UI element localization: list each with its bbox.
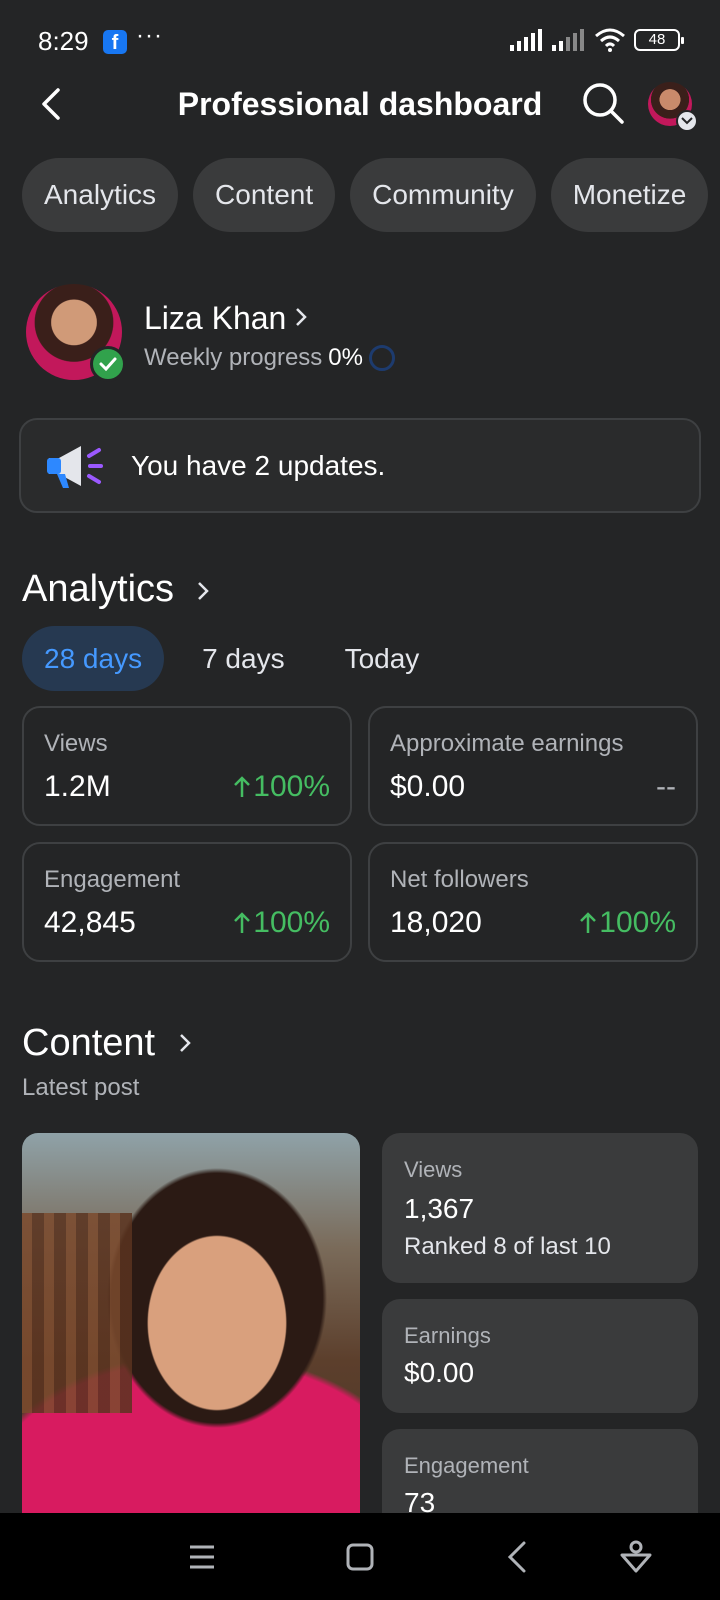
assistant-icon[interactable] <box>616 1537 656 1577</box>
date-range-tabs: 28 days 7 days Today <box>22 626 457 691</box>
metric-value: 18,020 <box>390 906 482 939</box>
more-notifications-icon: ··· <box>136 22 163 49</box>
metric-value: 1.2M <box>44 770 111 803</box>
metric-change: 100% <box>579 906 676 940</box>
signal-icon <box>510 29 542 51</box>
content-title[interactable]: Content <box>22 1022 155 1065</box>
post-engagement-value: 73 <box>404 1487 436 1513</box>
post-views-card[interactable]: Views 1,367 Ranked 8 of last 10 <box>382 1133 698 1283</box>
chip-content[interactable]: Content <box>193 158 336 232</box>
status-bar: 8:29 f ··· 48 <box>0 0 720 80</box>
signal-icon-2 <box>552 29 584 51</box>
chip-monetize[interactable]: Monetize <box>550 158 709 232</box>
weekly-progress-value: 0% <box>328 344 363 371</box>
arrow-up-icon <box>234 912 251 933</box>
chevron-right-icon <box>180 1034 191 1052</box>
weekly-progress-label: Weekly progress <box>144 344 323 371</box>
chip-community[interactable]: Community <box>350 158 536 232</box>
account-avatar[interactable] <box>648 82 698 132</box>
metric-label: Views <box>44 730 108 757</box>
system-nav-bar <box>0 1513 720 1600</box>
metric-change: 100% <box>233 906 330 940</box>
chevron-right-icon <box>296 308 307 326</box>
tab-today[interactable]: Today <box>323 626 442 691</box>
menu-icon[interactable] <box>182 1537 222 1577</box>
post-earnings-value: $0.00 <box>404 1357 475 1388</box>
facebook-notification-icon: f <box>103 30 127 54</box>
post-views-value: 1,367 <box>404 1193 475 1224</box>
chip-analytics[interactable]: Analytics <box>22 158 179 232</box>
latest-post-label: Latest post <box>22 1074 140 1101</box>
metric-card-views[interactable]: Views 1.2M 100% <box>22 706 352 826</box>
updates-card[interactable]: You have 2 updates. <box>19 418 701 513</box>
back-icon[interactable] <box>498 1537 538 1577</box>
metric-card-earnings[interactable]: Approximate earnings $0.00 -- <box>368 706 698 826</box>
metric-value: $0.00 <box>390 770 466 803</box>
metric-change-value: -- <box>656 770 676 803</box>
metric-card-engagement[interactable]: Engagement 42,845 100% <box>22 842 352 962</box>
profile-row[interactable]: Liza Khan Weekly progress 0% <box>26 284 706 384</box>
post-engagement-label: Engagement <box>404 1453 529 1478</box>
battery-icon: 48 <box>634 29 684 51</box>
weekly-progress: Weekly progress 0% <box>144 344 395 372</box>
post-engagement-card[interactable]: Engagement 73 <box>382 1429 698 1513</box>
metric-label: Net followers <box>390 866 529 893</box>
metric-label: Engagement <box>44 866 181 893</box>
metric-card-net-followers[interactable]: Net followers 18,020 100% <box>368 842 698 962</box>
metric-label: Approximate earnings <box>390 730 624 757</box>
home-icon[interactable] <box>340 1537 380 1577</box>
metric-change-value: 100% <box>253 906 330 939</box>
status-time: 8:29 <box>38 26 89 56</box>
post-views-label: Views <box>404 1157 463 1182</box>
tab-28-days[interactable]: 28 days <box>22 626 165 691</box>
metric-change-value: 100% <box>253 770 330 803</box>
status-icons: 48 <box>510 28 684 52</box>
thumbnail-background <box>22 1213 132 1413</box>
metric-change: -- <box>656 770 676 804</box>
metric-change: 100% <box>233 770 330 804</box>
latest-post-thumbnail[interactable] <box>22 1133 360 1513</box>
megaphone-icon <box>47 446 103 488</box>
chevron-down-icon <box>676 110 698 132</box>
arrow-up-icon <box>234 776 251 797</box>
chevron-right-icon <box>198 582 209 600</box>
metric-change-value: 100% <box>599 906 676 939</box>
arrow-up-icon <box>580 912 597 933</box>
post-earnings-card[interactable]: Earnings $0.00 <box>382 1299 698 1413</box>
verified-check-icon <box>90 346 126 382</box>
wifi-icon <box>595 28 625 52</box>
analytics-title[interactable]: Analytics <box>22 568 174 611</box>
section-chips: Analytics Content Community Monetize <box>22 158 709 232</box>
post-earnings-label: Earnings <box>404 1323 491 1348</box>
metric-value: 42,845 <box>44 906 136 939</box>
progress-ring-icon <box>368 345 395 371</box>
search-icon[interactable] <box>580 80 626 126</box>
post-views-rank: Ranked 8 of last 10 <box>404 1233 611 1260</box>
profile-name[interactable]: Liza Khan <box>144 300 286 337</box>
header: Professional dashboard <box>0 76 720 136</box>
updates-text: You have 2 updates. <box>131 450 386 481</box>
tab-7-days[interactable]: 7 days <box>180 626 307 691</box>
